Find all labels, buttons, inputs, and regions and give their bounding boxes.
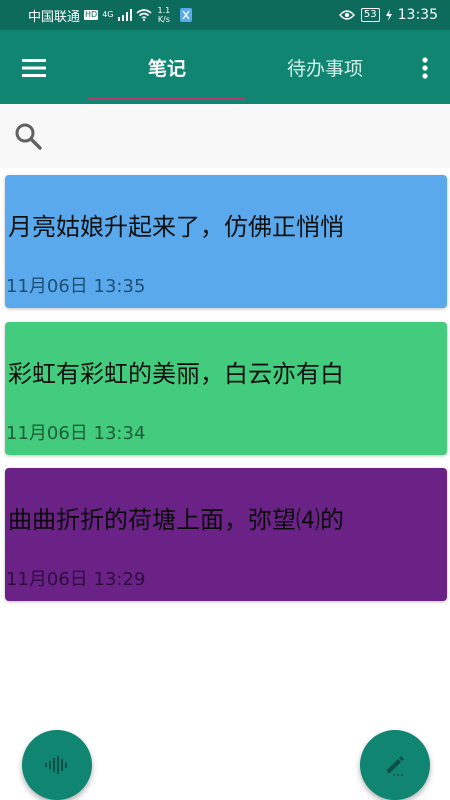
- tab-notes[interactable]: 笔记: [88, 30, 246, 104]
- clock: 13:35: [397, 7, 438, 23]
- charging-icon: [385, 9, 392, 21]
- voice-wave-icon: [45, 756, 67, 774]
- menu-button[interactable]: [16, 50, 52, 86]
- hd-badge: HD: [84, 10, 99, 20]
- status-left: 中国联通 HD 4G 1.1 K/s: [28, 6, 193, 25]
- note-date: 11月06日 13:34: [6, 423, 146, 444]
- eye-icon: [338, 10, 355, 20]
- status-right: 53 13:35: [338, 7, 438, 23]
- wifi-icon: [135, 9, 152, 21]
- app-bar: 笔记 待办事项: [0, 30, 450, 104]
- status-bar: 中国联通 HD 4G 1.1 K/s 53 13:35: [0, 0, 450, 30]
- tab-indicator: [88, 97, 246, 100]
- speed-value: 1.1: [157, 6, 171, 15]
- edit-pencil-icon: [387, 756, 404, 776]
- search-bar[interactable]: [0, 104, 450, 168]
- carrier-label: 中国联通: [28, 9, 81, 25]
- note-card[interactable]: 曲曲折折的荷塘上面，弥望⑷的 11月06日 13:29: [5, 468, 447, 601]
- app-notification-icon: [180, 8, 193, 22]
- tab-notes-label: 笔记: [147, 57, 186, 80]
- note-card[interactable]: 月亮姑娘升起来了，仿佛正悄悄 11月06日 13:35: [5, 175, 447, 308]
- tab-todo-label: 待办事项: [286, 57, 363, 80]
- voice-note-button[interactable]: [22, 730, 92, 800]
- app-screen: 中国联通 HD 4G 1.1 K/s 53 13:35 笔记 待办事项 月亮姑娘…: [0, 0, 450, 800]
- new-note-button[interactable]: [360, 730, 430, 800]
- hamburger-menu-icon: [22, 59, 46, 77]
- note-date: 11月06日 13:29: [6, 569, 146, 590]
- note-title: 月亮姑娘升起来了，仿佛正悄悄: [8, 213, 344, 241]
- network-speed: 1.1 K/s: [158, 6, 171, 24]
- note-date: 11月06日 13:35: [6, 276, 146, 297]
- more-options-button[interactable]: [410, 50, 440, 86]
- note-title: 曲曲折折的荷塘上面，弥望⑷的: [8, 506, 344, 534]
- more-vertical-icon: [422, 57, 428, 79]
- speed-unit: K/s: [157, 15, 170, 24]
- network-type-label: 4G: [102, 10, 114, 19]
- battery-level: 53: [360, 8, 380, 22]
- note-title: 彩虹有彩虹的美丽，白云亦有白: [8, 360, 344, 388]
- search-icon[interactable]: [14, 122, 42, 150]
- note-card[interactable]: 彩虹有彩虹的美丽，白云亦有白 11月06日 13:34: [5, 322, 447, 455]
- tab-todo[interactable]: 待办事项: [246, 30, 404, 104]
- signal-icon: [117, 9, 132, 21]
